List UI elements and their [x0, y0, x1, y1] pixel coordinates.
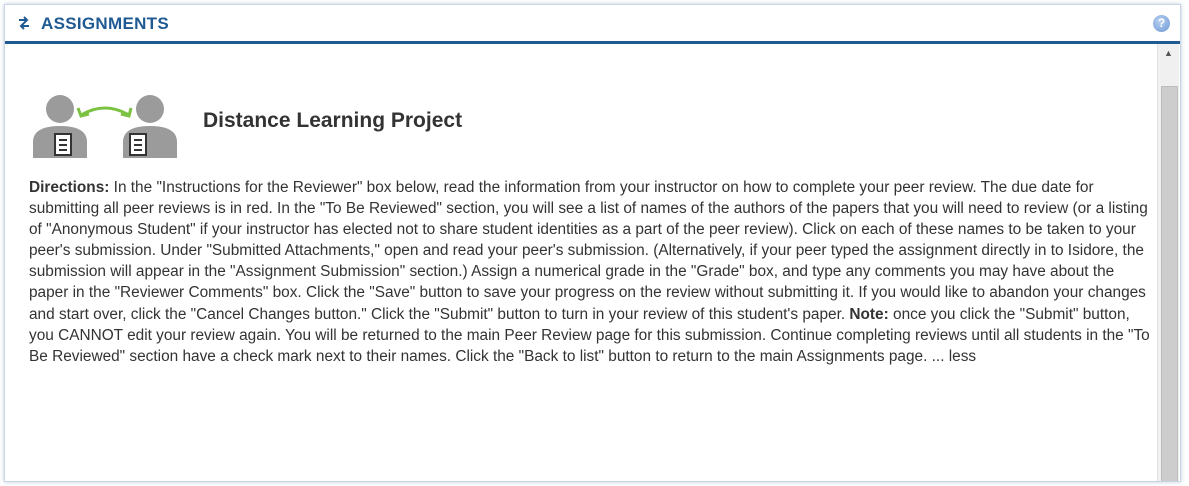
project-title: Distance Learning Project — [203, 109, 463, 132]
scroll-up-arrow-icon[interactable]: ▲ — [1158, 44, 1179, 62]
help-icon[interactable]: ? — [1153, 15, 1170, 32]
directions-label: Directions: — [29, 179, 110, 196]
scroll-thumb[interactable] — [1161, 86, 1178, 481]
note-label: Note: — [849, 305, 889, 323]
assignments-panel: ASSIGNMENTS ? Distance Learning Project … — [4, 4, 1181, 482]
panel-content: Distance Learning Project Directions: In… — [5, 44, 1157, 481]
panel-header: ASSIGNMENTS ? — [5, 5, 1180, 44]
less-link[interactable]: ... less — [932, 348, 976, 365]
peer-review-icon — [33, 95, 177, 158]
directions-text: Directions: In the "Instructions for the… — [29, 177, 1154, 367]
panel-title: ASSIGNMENTS — [41, 14, 169, 33]
vertical-scrollbar[interactable]: ▲ — [1157, 44, 1179, 481]
directions-body-1: In the "Instructions for the Reviewer" b… — [29, 179, 1148, 323]
swap-arrows-icon[interactable] — [17, 16, 31, 30]
